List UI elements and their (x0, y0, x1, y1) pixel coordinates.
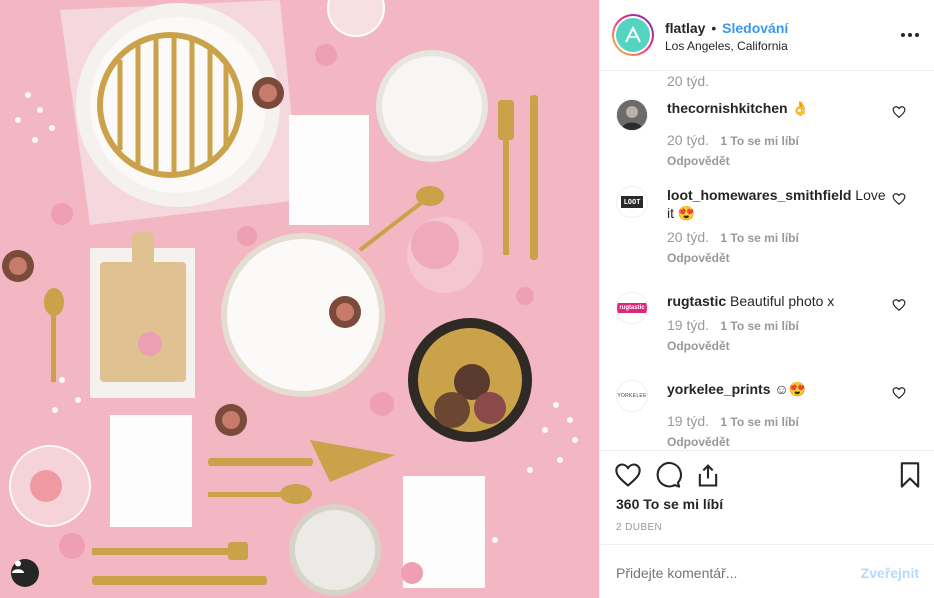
comment-username[interactable]: rugtastic (667, 293, 726, 309)
comment-time[interactable]: 19 týd. (667, 317, 709, 333)
heart-icon[interactable] (892, 386, 906, 400)
post-actions: 360 To se mi líbí 2 DUBEN (600, 450, 934, 544)
loot-avatar[interactable]: LOOT (616, 186, 648, 218)
likes-count[interactable]: 360 To se mi líbí (616, 496, 723, 512)
follow-button[interactable]: Sledování (722, 20, 788, 36)
author-avatar[interactable] (612, 14, 654, 56)
post-photo[interactable] (0, 0, 599, 598)
thecornishkitchen-avatar[interactable] (616, 99, 648, 131)
comment-username[interactable]: yorkelee_prints (667, 381, 771, 397)
comment-likes[interactable]: 1 To se mi líbí (720, 319, 798, 333)
comment-time[interactable]: 20 týd. (667, 132, 709, 148)
heart-icon[interactable] (892, 192, 906, 206)
heart-icon[interactable] (892, 105, 906, 119)
comment-likes[interactable]: 1 To se mi líbí (720, 415, 798, 429)
comment-icon[interactable] (654, 461, 682, 489)
comment-time[interactable]: 19 týd. (667, 413, 709, 429)
comment-text: ☺😍 (774, 381, 807, 397)
reply-button[interactable]: Odpovědět (667, 152, 887, 170)
reply-button[interactable]: Odpovědět (667, 337, 887, 355)
post-header-text: flatlay • Sledování Los Angeles, Califor… (665, 19, 788, 54)
comment-likes[interactable]: 1 To se mi líbí (720, 134, 798, 148)
post-header: flatlay • Sledování Los Angeles, Califor… (600, 0, 934, 71)
post-location[interactable]: Los Angeles, California (665, 38, 788, 54)
comments-list[interactable]: 20 týd. thecornishkitchen 👌 20 týd. 1 To… (600, 71, 934, 450)
header-separator: • (711, 20, 717, 36)
rugtastic-avatar[interactable]: rugtastic (616, 292, 648, 324)
comment-time[interactable]: 20 týd. (667, 229, 709, 245)
more-options-icon[interactable] (901, 26, 919, 44)
comment-username[interactable]: thecornishkitchen (667, 100, 788, 116)
yorkelee-avatar-text: YORKELEE (617, 393, 647, 399)
flatlay-photo-illustration (0, 0, 599, 598)
comment-username[interactable]: loot_homewares_smithfield (667, 187, 851, 203)
comment-text: Beautiful photo x (730, 293, 835, 309)
share-icon[interactable] (694, 461, 722, 489)
comment-text: 👌 (791, 100, 809, 116)
user-tag-icon[interactable] (11, 559, 39, 587)
comment-input[interactable] (616, 565, 846, 581)
reply-button[interactable]: Odpovědět (667, 433, 887, 450)
comment-time: 20 týd. (667, 73, 710, 89)
post-side-panel: flatlay • Sledování Los Angeles, Califor… (599, 0, 934, 598)
add-comment-bar: Zveřejnit (600, 544, 934, 598)
heart-icon[interactable] (614, 461, 642, 489)
loot-avatar-text: LOOT (620, 196, 644, 208)
heart-icon[interactable] (892, 298, 906, 312)
reply-button[interactable]: Odpovědět (667, 249, 887, 267)
bookmark-icon[interactable] (896, 461, 924, 489)
author-username[interactable]: flatlay (665, 20, 705, 36)
yorkelee-avatar[interactable]: YORKELEE (616, 380, 648, 412)
comment-likes[interactable]: 1 To se mi líbí (720, 231, 798, 245)
post-date[interactable]: 2 DUBEN (616, 522, 662, 533)
rugtastic-avatar-text: rugtastic (617, 303, 647, 313)
publish-button[interactable]: Zveřejnit (861, 565, 919, 581)
flatlay-logo-icon (616, 18, 650, 52)
